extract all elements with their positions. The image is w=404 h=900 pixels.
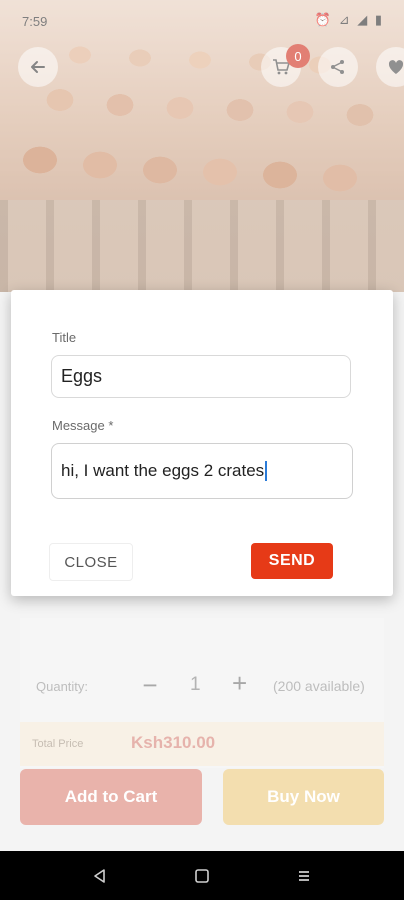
triangle-back-icon bbox=[94, 869, 105, 883]
text-caret bbox=[265, 461, 268, 481]
nav-back-button[interactable] bbox=[88, 866, 112, 886]
title-input-value: Eggs bbox=[61, 366, 103, 386]
message-dialog: Title Eggs Message * hi, I want the eggs… bbox=[11, 290, 393, 596]
message-label: Message * bbox=[52, 418, 114, 433]
title-label: Title bbox=[52, 330, 77, 345]
title-input[interactable]: Eggs bbox=[51, 355, 351, 398]
menu-lines-icon bbox=[299, 871, 309, 881]
system-nav-bar bbox=[0, 851, 404, 900]
message-input-value: hi, I want the eggs 2 crates bbox=[61, 461, 265, 480]
nav-home-button[interactable] bbox=[190, 866, 214, 886]
square-home-icon bbox=[195, 869, 209, 883]
send-button[interactable]: SEND bbox=[251, 543, 333, 579]
nav-recents-button[interactable] bbox=[292, 866, 316, 886]
message-input[interactable]: hi, I want the eggs 2 crates bbox=[51, 443, 353, 499]
close-button[interactable]: CLOSE bbox=[49, 543, 133, 581]
